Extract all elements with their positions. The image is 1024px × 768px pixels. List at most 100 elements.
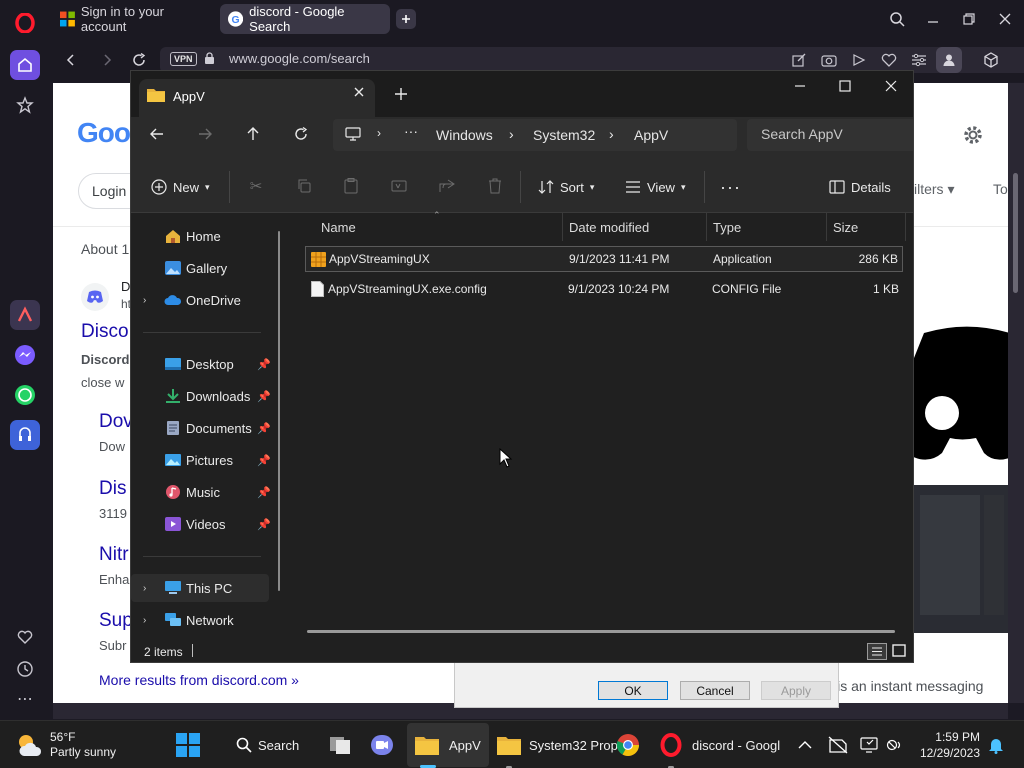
nav-item-gallery[interactable]: Gallery xyxy=(131,254,271,282)
taskbar-app-opera[interactable]: discord - Googl xyxy=(660,721,780,768)
start-button[interactable] xyxy=(176,721,200,768)
expand-chevron-icon[interactable]: › xyxy=(143,615,146,626)
weather-widget[interactable]: 56°F Partly sunny xyxy=(14,721,116,768)
pin-icon[interactable]: 📌 xyxy=(257,486,271,499)
forward-arrow-icon[interactable] xyxy=(198,127,212,144)
close-tab-icon[interactable] xyxy=(353,86,365,101)
vpn-badge[interactable]: VPN xyxy=(170,52,197,66)
breadcrumb-appv[interactable]: AppV xyxy=(634,127,668,143)
nav-item-desktop[interactable]: Desktop 📌 xyxy=(131,350,271,378)
display-settings-icon[interactable] xyxy=(860,721,878,768)
rename-icon[interactable] xyxy=(390,177,408,195)
breadcrumb-chevron-icon[interactable]: › xyxy=(509,126,514,142)
taskbar-search[interactable]: Search xyxy=(236,721,299,768)
column-divider[interactable] xyxy=(706,213,707,241)
view-button[interactable]: View ▾ xyxy=(625,176,685,198)
show-hidden-icons-chevron-icon[interactable] xyxy=(798,721,812,768)
music-player-icon[interactable] xyxy=(10,420,40,450)
pin-icon[interactable]: 📌 xyxy=(257,422,271,435)
discord-screenshot-thumbnail[interactable] xyxy=(914,485,1008,633)
back-arrow-icon[interactable] xyxy=(150,127,164,144)
notifications-bell-icon[interactable] xyxy=(988,721,1004,768)
refresh-icon[interactable] xyxy=(294,126,308,144)
send-icon[interactable] xyxy=(848,49,870,71)
cut-icon[interactable]: ✂ xyxy=(247,177,265,195)
breadcrumb-overflow-icon[interactable]: ··· xyxy=(404,123,418,139)
column-divider[interactable] xyxy=(905,213,906,241)
column-header-size[interactable]: Size xyxy=(833,220,858,235)
new-button[interactable]: New ▾ xyxy=(151,176,210,198)
explorer-tab[interactable]: AppV xyxy=(139,79,375,117)
nav-item-onedrive[interactable]: › OneDrive xyxy=(131,286,271,314)
tray-app-icon[interactable] xyxy=(828,721,848,768)
close-button[interactable] xyxy=(994,8,1016,30)
settings-gear-icon[interactable] xyxy=(961,123,985,150)
nav-scrollbar[interactable] xyxy=(278,231,280,591)
minimize-button[interactable] xyxy=(922,8,944,30)
breadcrumb-chevron-icon[interactable]: › xyxy=(609,126,614,142)
result-title-link[interactable]: Disco xyxy=(81,321,129,343)
taskbar-app-chrome[interactable] xyxy=(616,721,640,768)
sitelink-title[interactable]: Dov xyxy=(99,411,133,433)
cancel-button[interactable]: Cancel xyxy=(680,681,750,700)
extensions-cube-icon[interactable] xyxy=(980,49,1002,71)
expand-chevron-icon[interactable]: › xyxy=(143,583,146,594)
column-divider[interactable] xyxy=(562,213,563,241)
large-icons-view-toggle[interactable] xyxy=(890,643,908,660)
table-row[interactable]: AppVStreamingUX.exe.config 9/1/2023 10:2… xyxy=(305,277,903,303)
breadcrumb-chevron-icon[interactable]: › xyxy=(377,126,381,140)
easy-setup-icon[interactable] xyxy=(908,49,930,71)
clock[interactable]: 1:59 PM 12/29/2023 xyxy=(918,721,980,768)
apply-button[interactable]: Apply xyxy=(761,681,831,700)
new-tab-button[interactable] xyxy=(396,9,416,29)
minimize-button[interactable] xyxy=(794,80,806,95)
heart-icon[interactable] xyxy=(10,622,40,652)
edit-icon[interactable] xyxy=(788,49,810,71)
heart-icon[interactable] xyxy=(878,49,900,71)
column-header-type[interactable]: Type xyxy=(713,220,741,235)
task-view-button[interactable] xyxy=(328,721,352,768)
sitelink-title[interactable]: Sup xyxy=(99,610,133,632)
column-header-name[interactable]: Name xyxy=(321,220,356,235)
restore-button[interactable] xyxy=(958,8,980,30)
tools-menu[interactable]: To xyxy=(993,181,1008,197)
network-volume-icon[interactable] xyxy=(886,721,904,768)
paste-icon[interactable] xyxy=(342,177,360,195)
nav-item-videos[interactable]: Videos 📌 xyxy=(131,510,271,538)
messenger-icon[interactable] xyxy=(10,340,40,370)
back-icon[interactable] xyxy=(60,49,82,71)
sitelink-title[interactable]: Nitr xyxy=(99,544,129,566)
home-icon[interactable] xyxy=(10,50,40,80)
breadcrumb-windows[interactable]: Windows xyxy=(436,127,493,143)
column-divider[interactable] xyxy=(826,213,827,241)
copy-icon[interactable] xyxy=(295,177,313,195)
new-tab-icon[interactable] xyxy=(394,87,408,104)
forward-icon[interactable] xyxy=(96,49,118,71)
up-arrow-icon[interactable] xyxy=(246,127,260,144)
nav-item-downloads[interactable]: Downloads 📌 xyxy=(131,382,271,410)
taskbar-app-explorer[interactable]: AppV xyxy=(407,723,489,767)
camera-icon[interactable] xyxy=(818,49,840,71)
search-tabs-icon[interactable] xyxy=(886,8,908,30)
ok-button[interactable]: OK xyxy=(598,681,668,700)
details-view-toggle[interactable] xyxy=(867,643,887,660)
more-options-icon[interactable]: ··· xyxy=(720,176,741,198)
filters-menu[interactable]: ilters ▾ xyxy=(914,181,954,198)
nav-item-music[interactable]: Music 📌 xyxy=(131,478,271,506)
url-text[interactable]: www.google.com/search xyxy=(229,51,370,66)
more-results-link[interactable]: More results from discord.com » xyxy=(99,672,299,688)
share-icon[interactable] xyxy=(438,177,456,195)
this-pc-icon[interactable] xyxy=(345,127,361,144)
nav-item-home[interactable]: Home xyxy=(131,222,271,250)
star-icon[interactable] xyxy=(10,90,40,120)
discord-knowledge-image[interactable] xyxy=(884,323,1008,483)
nav-item-this-pc[interactable]: › This PC xyxy=(131,574,269,602)
breadcrumb-system32[interactable]: System32 xyxy=(533,127,595,143)
lock-icon[interactable] xyxy=(204,52,215,68)
nav-item-network[interactable]: › Network xyxy=(131,606,271,634)
tab-sign-in[interactable]: Sign in to your account xyxy=(52,4,212,34)
pin-icon[interactable]: 📌 xyxy=(257,358,271,371)
history-icon[interactable] xyxy=(10,654,40,684)
page-vertical-scrollbar[interactable] xyxy=(1008,83,1024,703)
details-button[interactable]: Details xyxy=(829,176,891,198)
